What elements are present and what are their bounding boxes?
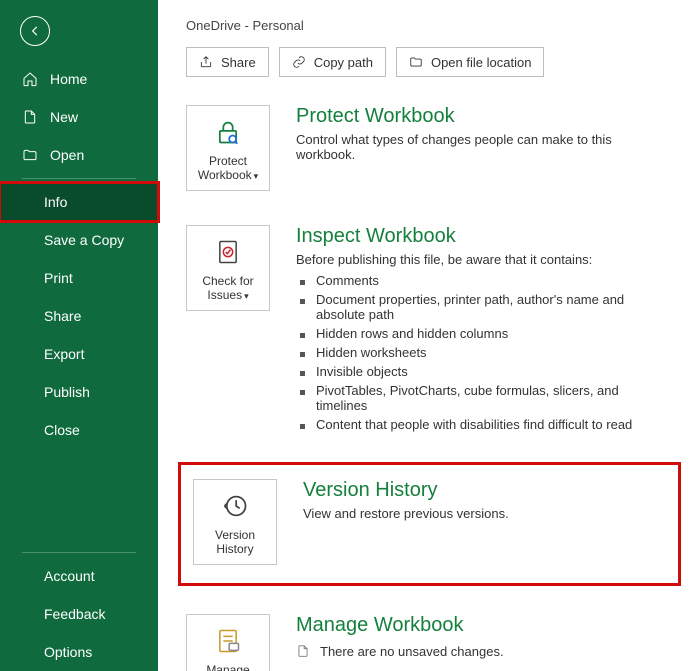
- nav-open[interactable]: Open: [0, 136, 158, 174]
- nav-info-label: Info: [44, 194, 67, 210]
- list-item: Hidden rows and hidden columns: [316, 324, 673, 343]
- manage-icon: [212, 625, 244, 657]
- share-button[interactable]: Share: [186, 47, 269, 77]
- link-icon: [292, 55, 306, 69]
- nav-print[interactable]: Print: [0, 259, 158, 297]
- nav-print-label: Print: [44, 270, 73, 286]
- list-item: Comments: [316, 271, 673, 290]
- protect-desc: Control what types of changes people can…: [296, 132, 673, 162]
- folder-icon: [409, 55, 423, 69]
- copy-path-button[interactable]: Copy path: [279, 47, 386, 77]
- inspect-desc: Before publishing this file, be aware th…: [296, 252, 673, 267]
- breadcrumb: OneDrive - Personal: [186, 18, 673, 33]
- nav-save-copy[interactable]: Save a Copy: [0, 221, 158, 259]
- list-item: Content that people with disabilities fi…: [316, 415, 673, 434]
- open-location-label: Open file location: [431, 55, 531, 70]
- toolbar: Share Copy path Open file location: [186, 47, 673, 77]
- copy-path-label: Copy path: [314, 55, 373, 70]
- new-icon: [22, 109, 38, 125]
- nav-close[interactable]: Close: [0, 411, 158, 449]
- section-manage: Manage Workbook▾ Manage Workbook There a…: [186, 614, 673, 671]
- backstage-sidebar: Home New Open Info Save a Copy Print Sha…: [0, 0, 158, 671]
- no-changes-text: There are no unsaved changes.: [320, 644, 504, 659]
- lock-icon: [212, 116, 244, 148]
- check-icon: [212, 236, 244, 268]
- document-icon: [296, 643, 310, 659]
- tile-check-label: Check for Issues▾: [191, 274, 265, 302]
- nav-share-label: Share: [44, 308, 81, 324]
- arrow-left-icon: [28, 24, 42, 38]
- section-inspect: Check for Issues▾ Inspect Workbook Befor…: [186, 225, 673, 434]
- inspect-title: Inspect Workbook: [296, 225, 673, 248]
- manage-title: Manage Workbook: [296, 614, 673, 637]
- nav-options[interactable]: Options: [0, 633, 158, 671]
- nav-account[interactable]: Account: [0, 557, 158, 595]
- nav-feedback-label: Feedback: [44, 606, 105, 622]
- share-button-label: Share: [221, 55, 256, 70]
- tile-protect-label: Protect Workbook▾: [191, 154, 265, 182]
- open-icon: [22, 147, 38, 163]
- home-icon: [22, 71, 38, 87]
- nav-close-label: Close: [44, 422, 80, 438]
- protect-title: Protect Workbook: [296, 105, 673, 128]
- nav-home-label: Home: [50, 71, 87, 87]
- tile-protect-workbook[interactable]: Protect Workbook▾: [186, 105, 270, 191]
- nav-publish[interactable]: Publish: [0, 373, 158, 411]
- nav-save-copy-label: Save a Copy: [44, 232, 124, 248]
- list-item: Document properties, printer path, autho…: [316, 290, 673, 324]
- nav-account-label: Account: [44, 568, 95, 584]
- nav-share[interactable]: Share: [0, 297, 158, 335]
- list-item: Invisible objects: [316, 362, 673, 381]
- version-desc: View and restore previous versions.: [303, 506, 660, 521]
- share-icon: [199, 55, 213, 69]
- highlight-version-history: Version History Version History View and…: [178, 462, 681, 586]
- no-unsaved-changes: There are no unsaved changes.: [296, 643, 673, 659]
- back-button[interactable]: [20, 16, 50, 46]
- version-title: Version History: [303, 479, 660, 502]
- nav-export[interactable]: Export: [0, 335, 158, 373]
- section-protect: Protect Workbook▾ Protect Workbook Contr…: [186, 105, 673, 191]
- tile-version-history[interactable]: Version History: [193, 479, 277, 565]
- nav-divider: [22, 178, 136, 179]
- nav-open-label: Open: [50, 147, 84, 163]
- nav-home[interactable]: Home: [0, 60, 158, 98]
- nav-export-label: Export: [44, 346, 84, 362]
- history-icon: [219, 490, 251, 522]
- section-version: Version History Version History View and…: [193, 479, 660, 565]
- nav-options-label: Options: [44, 644, 92, 660]
- tile-manage-label: Manage Workbook▾: [191, 663, 265, 671]
- main-panel: OneDrive - Personal Share Copy path Open…: [158, 0, 695, 671]
- inspect-list: Comments Document properties, printer pa…: [296, 271, 673, 434]
- open-location-button[interactable]: Open file location: [396, 47, 544, 77]
- nav-new-label: New: [50, 109, 78, 125]
- list-item: Hidden worksheets: [316, 343, 673, 362]
- tile-version-label: Version History: [198, 528, 272, 556]
- nav-info[interactable]: Info: [0, 183, 158, 221]
- tile-manage-workbook[interactable]: Manage Workbook▾: [186, 614, 270, 671]
- nav-divider-bottom: [22, 552, 136, 553]
- tile-check-issues[interactable]: Check for Issues▾: [186, 225, 270, 311]
- list-item: PivotTables, PivotCharts, cube formulas,…: [316, 381, 673, 415]
- nav-feedback[interactable]: Feedback: [0, 595, 158, 633]
- nav-publish-label: Publish: [44, 384, 90, 400]
- nav-new[interactable]: New: [0, 98, 158, 136]
